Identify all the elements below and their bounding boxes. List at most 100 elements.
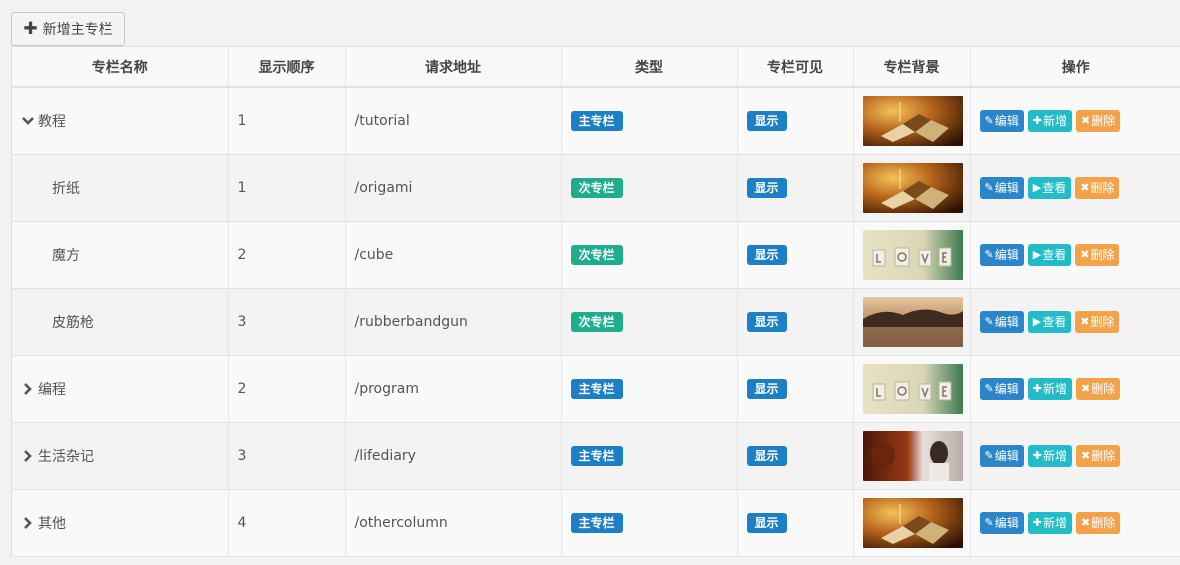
cell-visible: 显示 [737, 489, 854, 557]
request-url: /lifediary [354, 447, 416, 464]
cell-type: 主专栏 [561, 355, 738, 423]
action2-label: 查看 [1042, 181, 1067, 195]
col-header-actions: 操作 [970, 47, 1180, 88]
plus-icon: ✚ [1032, 382, 1042, 395]
edit-button[interactable]: ✎ 编辑 [979, 243, 1024, 266]
delete-button[interactable]: ✖ 删除 [1075, 377, 1121, 400]
cell-visible: 显示 [737, 87, 854, 155]
cell-url: /rubberbandgun [345, 288, 562, 356]
close-icon: ✖ [1080, 516, 1091, 529]
edit-label: 编辑 [994, 114, 1019, 129]
cell-visible: 显示 [737, 422, 854, 490]
cell-order: 2 [228, 355, 346, 423]
add-sub-button[interactable]: ✚ 新增 [1027, 444, 1072, 467]
display-order: 2 [237, 380, 247, 397]
cell-name: 折纸 [12, 154, 229, 222]
action2-label: 查看 [1042, 315, 1067, 329]
type-badge: 主专栏 [570, 512, 623, 533]
display-order: 3 [237, 313, 247, 330]
play-icon: ▶ [1032, 315, 1042, 328]
add-sub-button[interactable]: ✚ 新增 [1027, 109, 1072, 132]
delete-button[interactable]: ✖ 删除 [1075, 310, 1120, 333]
cell-actions: ✎ 编辑 ✚ 新增 ✖ 删除 [970, 489, 1180, 557]
add-sub-button[interactable]: ✚ 新增 [1027, 377, 1072, 400]
display-order: 1 [237, 112, 247, 129]
column-name: 魔方 [52, 247, 80, 264]
edit-button[interactable]: ✎ 编辑 [979, 511, 1024, 534]
edit-icon: ✎ [984, 449, 994, 462]
cell-url: /origami [345, 154, 562, 222]
edit-button[interactable]: ✎ 编辑 [979, 109, 1024, 132]
col-header-order: 显示顺序 [228, 47, 346, 88]
delete-button[interactable]: ✖ 删除 [1075, 109, 1121, 132]
visible-badge: 显示 [746, 311, 787, 332]
type-badge: 次专栏 [570, 244, 623, 265]
table-row: 折纸 1 /origami 次专栏 显示 ✎ 编辑 ▶ 查看 ✖ 删除 [12, 154, 1180, 222]
chevron-right-icon[interactable] [21, 516, 35, 530]
delete-label: 删除 [1090, 248, 1115, 262]
cell-actions: ✎ 编辑 ✚ 新增 ✖ 删除 [970, 355, 1180, 423]
edit-icon: ✎ [984, 248, 994, 261]
column-name: 生活杂记 [38, 448, 94, 465]
delete-button[interactable]: ✖ 删除 [1075, 176, 1120, 199]
edit-icon: ✎ [984, 382, 994, 395]
delete-button[interactable]: ✖ 删除 [1075, 511, 1121, 534]
view-button[interactable]: ▶ 查看 [1027, 176, 1072, 199]
cell-order: 3 [228, 422, 346, 490]
chevron-down-icon[interactable] [21, 114, 35, 128]
background-thumbnail [862, 95, 963, 146]
chevron-right-icon[interactable] [21, 382, 35, 396]
cell-actions: ✎ 编辑 ▶ 查看 ✖ 删除 [970, 154, 1180, 222]
close-icon: ✖ [1080, 181, 1090, 194]
request-url: /rubberbandgun [354, 313, 468, 330]
type-badge: 次专栏 [570, 311, 623, 332]
delete-button[interactable]: ✖ 删除 [1075, 243, 1120, 266]
request-url: /origami [354, 179, 413, 196]
view-button[interactable]: ▶ 查看 [1027, 243, 1072, 266]
cell-background [853, 489, 971, 557]
delete-label: 删除 [1091, 449, 1116, 463]
add-sub-button[interactable]: ✚ 新增 [1027, 511, 1072, 534]
view-button[interactable]: ▶ 查看 [1027, 310, 1072, 333]
plus-icon: ✚ [1032, 114, 1042, 128]
cell-background [853, 355, 971, 423]
delete-label: 删除 [1091, 114, 1116, 129]
cell-visible: 显示 [737, 288, 854, 356]
add-main-column-button[interactable]: ✚ 新增主专栏 [11, 12, 125, 46]
column-name: 教程 [38, 113, 66, 130]
request-url: /program [354, 380, 419, 397]
visible-badge: 显示 [746, 512, 787, 533]
table-row: 其他 4 /othercolumn 主专栏 显示 ✎ 编辑 ✚ 新增 ✖ 删除 [12, 489, 1180, 557]
cell-type: 主专栏 [561, 87, 738, 155]
cell-type: 次专栏 [561, 154, 738, 222]
cell-visible: 显示 [737, 154, 854, 222]
delete-label: 删除 [1090, 181, 1115, 195]
display-order: 1 [237, 179, 247, 196]
action2-label: 新增 [1042, 382, 1067, 396]
cell-order: 4 [228, 489, 346, 557]
edit-button[interactable]: ✎ 编辑 [979, 176, 1024, 199]
table-row: 生活杂记 3 /lifediary 主专栏 显示 ✎ 编辑 ✚ 新增 ✖ 删除 [12, 422, 1180, 490]
edit-button[interactable]: ✎ 编辑 [979, 377, 1024, 400]
display-order: 4 [237, 514, 247, 531]
plus-icon: ✚ [23, 18, 38, 39]
close-icon: ✖ [1080, 248, 1090, 261]
cell-name: 教程 [12, 87, 229, 155]
chevron-right-icon[interactable] [21, 449, 35, 463]
type-badge: 主专栏 [570, 378, 623, 399]
edit-button[interactable]: ✎ 编辑 [979, 444, 1024, 467]
delete-button[interactable]: ✖ 删除 [1075, 444, 1121, 467]
cell-type: 次专栏 [561, 221, 738, 289]
cell-url: /othercolumn [345, 489, 562, 557]
background-thumbnail [862, 363, 963, 414]
type-badge: 主专栏 [570, 110, 623, 131]
delete-label: 删除 [1091, 382, 1116, 396]
column-table: 专栏名称 显示顺序 请求地址 类型 专栏可见 专栏背景 操作 教程 1 /tut… [11, 46, 1180, 557]
delete-label: 删除 [1091, 516, 1116, 530]
col-header-background: 专栏背景 [853, 47, 971, 88]
play-icon: ▶ [1032, 181, 1042, 194]
edit-button[interactable]: ✎ 编辑 [979, 310, 1024, 333]
display-order: 2 [237, 246, 247, 263]
cell-actions: ✎ 编辑 ▶ 查看 ✖ 删除 [970, 288, 1180, 356]
visible-badge: 显示 [746, 378, 787, 399]
